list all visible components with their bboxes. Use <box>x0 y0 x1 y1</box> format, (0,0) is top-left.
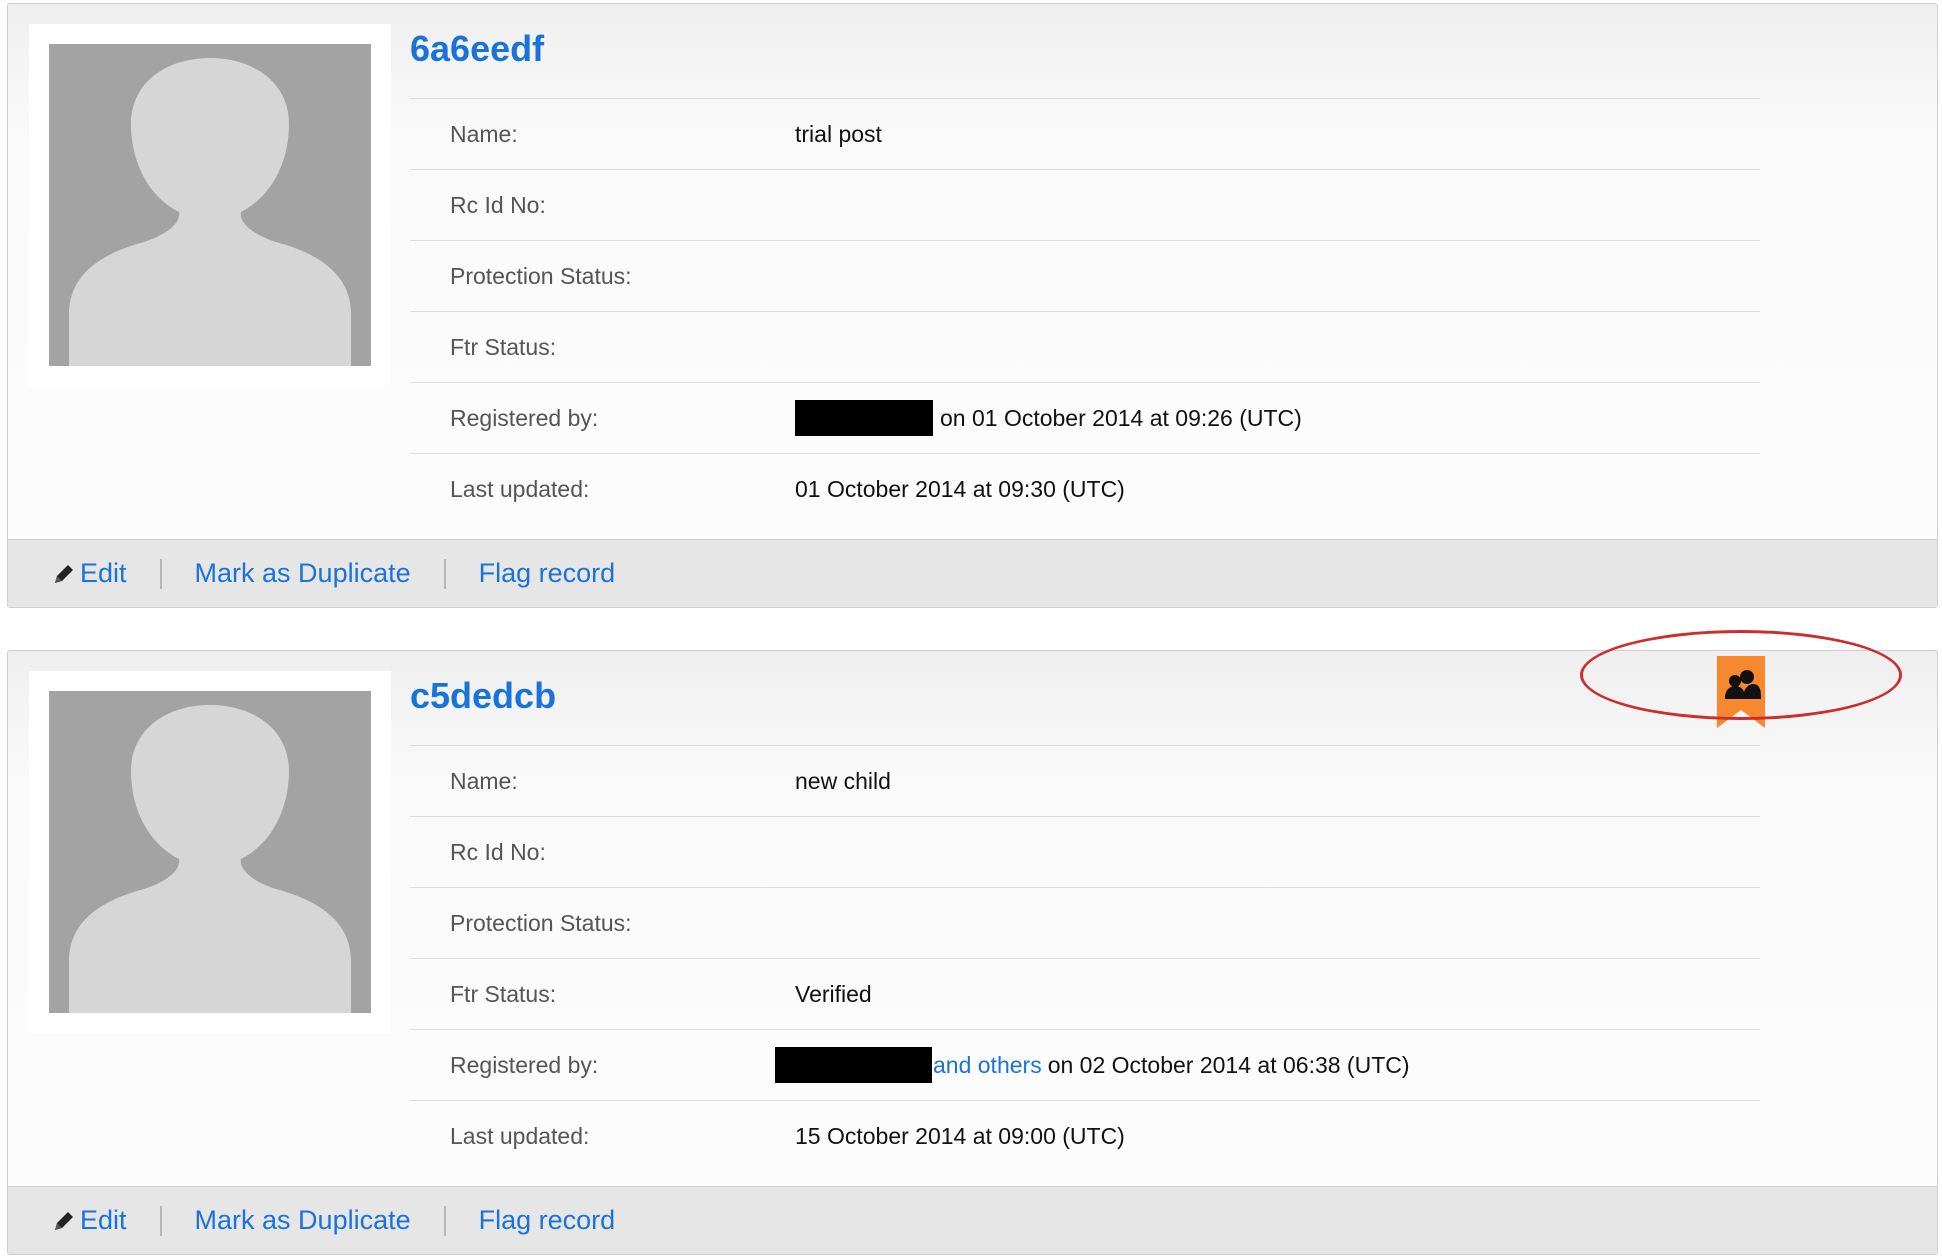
flag-record-link[interactable]: Flag record <box>479 1205 616 1236</box>
field-label: Rc Id No: <box>450 838 546 865</box>
field-row-rc-id: Rc Id No: <box>410 170 1760 241</box>
avatar-placeholder-icon <box>49 691 371 1013</box>
record-card: 6a6eedf Name: trial post Rc Id No: Prote… <box>7 3 1938 608</box>
registered-date-text: on 01 October 2014 at 09:26 (UTC) <box>940 404 1302 431</box>
registered-date-text: on 02 October 2014 at 06:38 (UTC) <box>1047 1051 1410 1078</box>
field-label: Ftr Status: <box>450 333 557 360</box>
divider <box>159 1205 162 1236</box>
flag-record-link[interactable]: Flag record <box>479 558 616 589</box>
field-value: new child <box>795 767 891 794</box>
field-label: Protection Status: <box>450 909 632 936</box>
redacted-username <box>795 400 933 436</box>
field-value: Verified <box>795 980 872 1007</box>
record-id-link[interactable]: c5dedcb <box>410 675 556 717</box>
field-row-registered-by: Registered by: and others on 02 October … <box>410 1030 1760 1101</box>
redacted-username <box>775 1047 932 1083</box>
record-actions-bar: Edit Mark as Duplicate Flag record <box>8 539 1937 607</box>
photo-frame <box>29 671 391 1033</box>
field-row-name: Name: trial post <box>410 99 1760 170</box>
edit-label: Edit <box>80 558 127 588</box>
and-others-link[interactable]: and others <box>933 1052 1042 1079</box>
field-value: 01 October 2014 at 09:30 (UTC) <box>795 475 1125 502</box>
divider <box>159 558 162 589</box>
pencil-icon <box>55 1211 73 1230</box>
photo-frame <box>29 24 391 386</box>
record-card: c5dedcb Name: new child Rc Id No: Protec… <box>7 650 1938 1255</box>
field-value: trial post <box>795 120 882 147</box>
field-label: Registered by: <box>450 404 599 431</box>
field-row-rc-id: Rc Id No: <box>410 817 1760 888</box>
mark-as-duplicate-link[interactable]: Mark as Duplicate <box>195 558 411 589</box>
field-label: Ftr Status: <box>450 980 557 1007</box>
mark-as-duplicate-link[interactable]: Mark as Duplicate <box>195 1205 411 1236</box>
record-fields: Name: new child Rc Id No: Protection Sta… <box>410 745 1760 1171</box>
edit-label: Edit <box>80 1205 127 1235</box>
field-value: and others on 02 October 2014 at 06:38 (… <box>775 1047 1410 1083</box>
divider <box>443 1205 446 1236</box>
field-label: Name: <box>450 767 518 794</box>
field-row-ftr-status: Ftr Status: <box>410 312 1760 383</box>
avatar-placeholder-icon <box>49 44 371 366</box>
field-label: Name: <box>450 120 518 147</box>
field-label: Registered by: <box>450 1051 599 1078</box>
edit-button[interactable]: Edit <box>52 558 127 589</box>
record-fields: Name: trial post Rc Id No: Protection St… <box>410 98 1760 524</box>
field-row-name: Name: new child <box>410 746 1760 817</box>
field-row-last-updated: Last updated: 15 October 2014 at 09:00 (… <box>410 1101 1760 1171</box>
field-row-protection-status: Protection Status: <box>410 888 1760 959</box>
annotation-highlight-ellipse <box>1580 630 1902 720</box>
divider <box>443 558 446 589</box>
field-value: 15 October 2014 at 09:00 (UTC) <box>795 1122 1125 1149</box>
record-actions-bar: Edit Mark as Duplicate Flag record <box>8 1186 1937 1254</box>
field-label: Rc Id No: <box>450 191 546 218</box>
field-label: Protection Status: <box>450 262 632 289</box>
field-row-ftr-status: Ftr Status: Verified <box>410 959 1760 1030</box>
edit-button[interactable]: Edit <box>52 1205 127 1236</box>
field-label: Last updated: <box>450 475 590 502</box>
field-row-registered-by: Registered by: on 01 October 2014 at 09:… <box>410 383 1760 454</box>
field-row-protection-status: Protection Status: <box>410 241 1760 312</box>
field-label: Last updated: <box>450 1122 590 1149</box>
field-row-last-updated: Last updated: 01 October 2014 at 09:30 (… <box>410 454 1760 524</box>
record-id-link[interactable]: 6a6eedf <box>410 28 544 70</box>
field-value: on 01 October 2014 at 09:26 (UTC) <box>795 400 1302 436</box>
pencil-icon <box>55 564 73 583</box>
